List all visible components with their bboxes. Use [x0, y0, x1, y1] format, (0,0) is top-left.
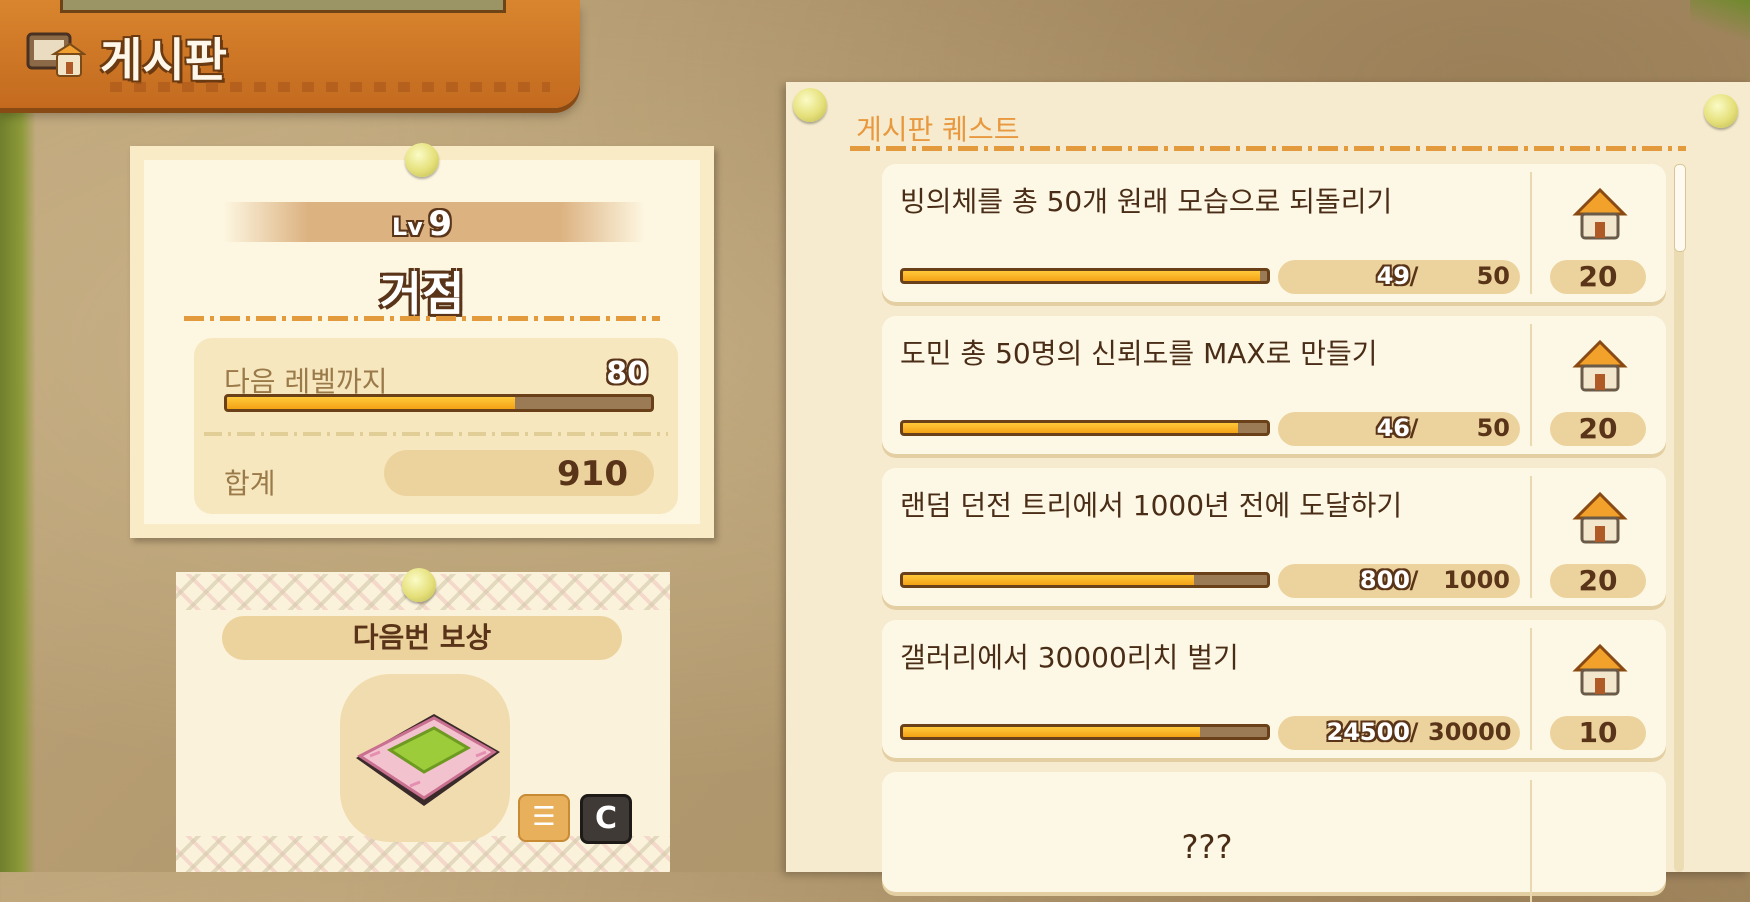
quest-panel: 게시판 퀘스트 빙의체를 총 50개 원래 모습으로 되돌리기 49 / 50 … — [786, 82, 1750, 902]
quest-reward-value: 10 — [1550, 716, 1646, 750]
c-key-button[interactable]: C — [580, 794, 632, 844]
quest-goal: 1000 — [1443, 566, 1510, 594]
header-hanger — [60, 0, 506, 13]
level-number: 9 — [428, 204, 453, 244]
quest-progress-fill — [903, 575, 1195, 585]
quest-scrollbar-thumb[interactable] — [1674, 164, 1686, 252]
quest-description: 빙의체를 총 50개 원래 모습으로 되돌리기 — [900, 185, 1393, 218]
base-name: 거점 — [379, 267, 465, 321]
total-pill: 910 — [384, 450, 654, 496]
quest-title-divider — [850, 146, 1686, 151]
pin-icon — [793, 88, 827, 122]
quest-count: 800 / 1000 — [1278, 564, 1520, 598]
quest-count: 24500 / 30000 — [1278, 716, 1520, 750]
total-value: 910 — [557, 454, 628, 494]
quest-card-locked[interactable]: ??? — [882, 772, 1666, 902]
quest-panel-title: 게시판 퀘스트 — [856, 113, 1020, 146]
quest-goal: 50 — [1476, 262, 1510, 290]
quest-current: 49 — [1376, 262, 1410, 290]
quest-divider — [1530, 628, 1532, 750]
quest-divider — [1530, 780, 1532, 902]
quest-description: 도민 총 50명의 신뢰도를 MAX로 만들기 — [900, 337, 1378, 370]
quest-progress-bar — [900, 572, 1270, 588]
quest-description: 랜덤 던전 트리에서 1000년 전에 도달하기 — [900, 489, 1403, 522]
locked-quest-text: ??? — [1181, 828, 1233, 866]
quest-progress-bar — [900, 268, 1270, 284]
level-divider — [184, 316, 660, 321]
base-hut-icon — [1572, 187, 1628, 240]
quest-goal: 30000 — [1428, 718, 1512, 746]
quest-scrollbar[interactable] — [1674, 164, 1686, 872]
quest-progress-fill — [903, 727, 1201, 737]
header-banner: 게시판 — [0, 0, 580, 108]
level-prefix: Lv — [391, 213, 423, 241]
base-hut-icon — [1572, 491, 1628, 544]
quest-count: 46 / 50 — [1278, 412, 1520, 446]
quest-current: 24500 — [1326, 718, 1411, 746]
next-reward-title: 다음번 보상 — [222, 616, 622, 660]
pin-icon — [1704, 94, 1738, 128]
header-trim — [110, 82, 550, 92]
total-divider — [204, 432, 668, 436]
level-progress-box: 다음 레벨까지 80 합계 910 — [194, 338, 678, 514]
bulletin-board-icon — [26, 32, 86, 77]
quest-divider — [1530, 172, 1532, 294]
base-hut-icon — [1572, 339, 1628, 392]
quest-current: 46 — [1376, 414, 1410, 442]
quest-reward-value: 20 — [1550, 564, 1646, 598]
page-title: 게시판 — [100, 33, 227, 87]
quest-card[interactable]: 도민 총 50명의 신뢰도를 MAX로 만들기 46 / 50 20 — [882, 316, 1666, 454]
quest-description: 갤러리에서 30000리치 벌기 — [900, 641, 1239, 674]
level-progress-bar — [224, 394, 654, 412]
quest-reward-value: 20 — [1550, 412, 1646, 446]
quest-progress-fill — [903, 271, 1260, 281]
quest-progress-fill — [903, 423, 1238, 433]
quest-card[interactable]: 빙의체를 총 50개 원래 모습으로 되돌리기 49 / 50 20 — [882, 164, 1666, 302]
pin-icon — [402, 568, 436, 602]
quest-reward-value: 20 — [1550, 260, 1646, 294]
level-indicator: Lv 9 — [144, 204, 700, 244]
list-icon[interactable]: ☰ — [518, 794, 570, 842]
base-hut-icon — [1572, 643, 1628, 696]
base-level-card: Lv 9 거점 다음 레벨까지 80 합계 910 — [130, 146, 714, 538]
total-label: 합계 — [224, 467, 276, 500]
quest-divider — [1530, 324, 1532, 446]
quest-current: 800 — [1359, 566, 1410, 594]
quest-card[interactable]: 랜덤 던전 트리에서 1000년 전에 도달하기 800 / 1000 20 — [882, 468, 1666, 606]
quest-divider — [1530, 476, 1532, 598]
grass-decoration-right — [1690, 0, 1750, 40]
quest-count: 49 / 50 — [1278, 260, 1520, 294]
grass-decoration-left — [0, 90, 36, 872]
next-level-value: 80 — [606, 356, 648, 391]
quest-goal: 50 — [1476, 414, 1510, 442]
quest-progress-bar — [900, 724, 1270, 740]
level-card-paper: Lv 9 거점 다음 레벨까지 80 합계 910 — [144, 160, 700, 524]
quest-card[interactable]: 갤러리에서 30000리치 벌기 24500 / 30000 10 — [882, 620, 1666, 758]
quest-progress-bar — [900, 420, 1270, 436]
carpet-rug-icon[interactable] — [350, 706, 502, 816]
pin-icon — [405, 143, 439, 177]
level-progress-fill — [227, 397, 516, 409]
next-reward-card: 다음번 보상 ☰ C — [176, 572, 670, 872]
